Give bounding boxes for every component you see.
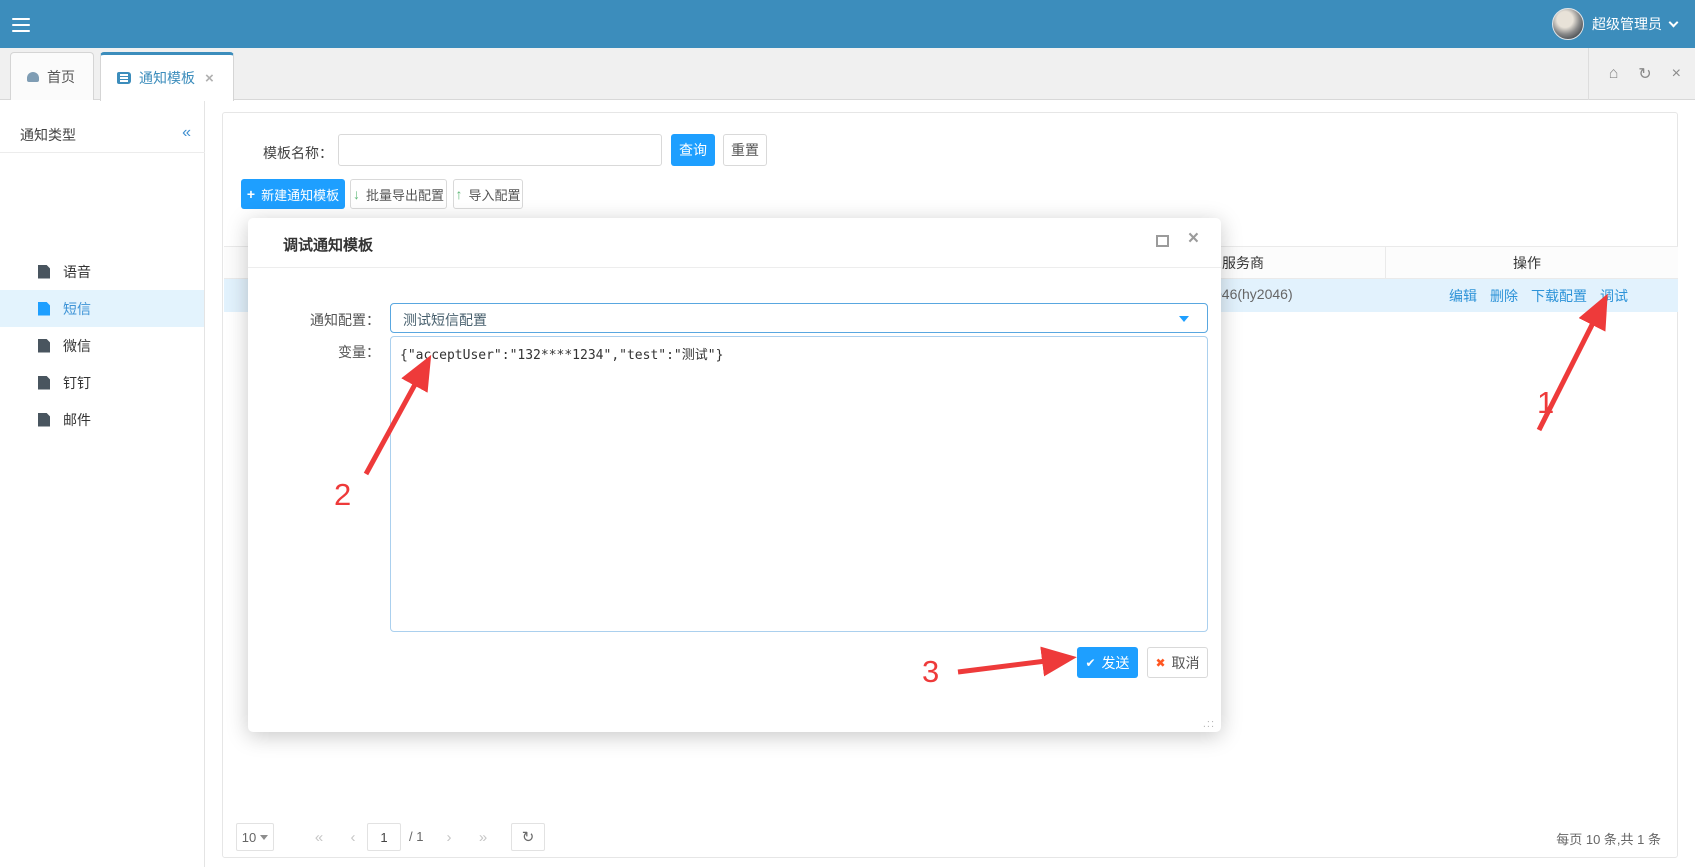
next-page-button[interactable]: › xyxy=(437,823,461,851)
plus-icon: + xyxy=(247,186,255,202)
avatar xyxy=(1552,8,1584,40)
android-icon xyxy=(27,72,39,82)
file-icon xyxy=(38,376,50,390)
top-navbar: 超级管理员 xyxy=(0,0,1695,48)
query-button[interactable]: 查询 xyxy=(671,134,715,166)
tab-notification-template[interactable]: 通知模板 × xyxy=(100,52,234,101)
user-menu[interactable]: 超级管理员 xyxy=(1552,0,1677,48)
tab-close-icon[interactable]: × xyxy=(205,70,214,87)
sidebar: 通知类型 « 语音 短信 微信 钉钉 邮件 xyxy=(0,100,205,867)
debug-link[interactable]: 调试 xyxy=(1600,286,1628,306)
tab-active-label: 通知模板 xyxy=(139,68,195,88)
sidebar-item-label: 语音 xyxy=(63,262,91,282)
template-name-input[interactable] xyxy=(338,134,662,166)
download-config-link[interactable]: 下载配置 xyxy=(1531,286,1587,306)
edit-link[interactable]: 编辑 xyxy=(1449,286,1477,306)
cell-provider: 046(hy2046) xyxy=(1214,286,1293,302)
new-template-label: 新建通知模板 xyxy=(261,185,339,204)
book-icon xyxy=(117,72,131,84)
chevron-down-icon xyxy=(1669,17,1679,27)
modal-header: 调试通知模板 × xyxy=(248,218,1221,268)
app-root: 超级管理员 首页 通知模板 × ⌂ ↻ × 通知类型 « 语音 xyxy=(0,0,1695,867)
sidebar-title: 通知类型 xyxy=(20,125,76,145)
cell-actions: 编辑 删除 下载配置 调试 xyxy=(1449,286,1628,306)
import-config-label: 导入配置 xyxy=(468,185,520,204)
tab-bar: 首页 通知模板 × ⌂ ↻ × xyxy=(0,48,1695,100)
variables-label: 变量： xyxy=(290,342,380,362)
reset-button[interactable]: 重置 xyxy=(723,134,767,166)
caret-down-icon xyxy=(1179,316,1189,322)
sidebar-item-voice[interactable]: 语音 xyxy=(0,253,204,290)
sidebar-item-sms[interactable]: 短信 xyxy=(0,290,204,327)
sidebar-item-dingtalk[interactable]: 钉钉 xyxy=(0,364,204,401)
tab-home-label: 首页 xyxy=(47,67,75,87)
close-all-icon[interactable]: × xyxy=(1672,65,1681,83)
notify-config-label: 通知配置： xyxy=(290,310,380,330)
page-number-input[interactable] xyxy=(367,823,401,851)
user-name: 超级管理员 xyxy=(1592,14,1662,34)
file-icon xyxy=(38,302,50,316)
prev-page-button[interactable]: ‹ xyxy=(341,823,365,851)
new-template-button[interactable]: + 新建通知模板 xyxy=(241,179,345,209)
debug-template-modal: 调试通知模板 × 通知配置： 测试短信配置 变量： {"acceptUser":… xyxy=(248,218,1221,732)
arrow-up-icon: ↑ xyxy=(455,186,462,202)
file-icon xyxy=(38,413,50,427)
sidebar-item-email[interactable]: 邮件 xyxy=(0,401,204,438)
sidebar-item-label: 短信 xyxy=(63,299,91,319)
cancel-button[interactable]: ✖ 取消 xyxy=(1147,647,1208,678)
file-icon xyxy=(38,339,50,353)
pagination-summary: 每页 10 条,共 1 条 xyxy=(1556,829,1661,848)
arrow-down-icon: ↓ xyxy=(353,186,360,202)
notify-config-select[interactable]: 测试短信配置 xyxy=(390,303,1208,333)
page-size-value: 10 xyxy=(242,830,256,845)
sidebar-item-label: 钉钉 xyxy=(63,373,91,393)
file-icon xyxy=(38,265,50,279)
total-pages-label: / 1 xyxy=(409,829,423,844)
modal-title: 调试通知模板 xyxy=(283,234,373,255)
send-label: 发送 xyxy=(1102,653,1130,673)
batch-export-button[interactable]: ↓ 批量导出配置 xyxy=(350,179,447,209)
column-provider: 服务商 xyxy=(1222,253,1264,273)
delete-link[interactable]: 删除 xyxy=(1490,286,1518,306)
hamburger-menu-icon[interactable] xyxy=(12,14,34,34)
tabbar-tools: ⌂ ↻ × xyxy=(1588,48,1681,100)
x-icon: ✖ xyxy=(1155,656,1165,670)
tab-home[interactable]: 首页 xyxy=(10,52,94,100)
notify-config-value: 测试短信配置 xyxy=(403,310,487,330)
modal-close-icon[interactable]: × xyxy=(1188,228,1199,250)
refresh-table-button[interactable]: ↻ xyxy=(511,823,545,851)
collapse-sidebar-icon[interactable]: « xyxy=(182,124,191,142)
pagination-bar: 10 « ‹ / 1 › » ↻ 每页 10 条,共 1 条 xyxy=(223,819,1677,859)
template-name-label: 模板名称： xyxy=(263,143,333,163)
home-icon[interactable]: ⌂ xyxy=(1609,65,1619,83)
check-icon: ✔ xyxy=(1085,656,1095,670)
batch-export-label: 批量导出配置 xyxy=(366,185,444,204)
page-size-select[interactable]: 10 xyxy=(236,823,274,851)
last-page-button[interactable]: » xyxy=(471,823,495,851)
maximize-icon[interactable] xyxy=(1156,235,1169,247)
variables-textarea[interactable]: {"acceptUser":"132****1234","test":"测试"} xyxy=(390,336,1208,632)
sidebar-item-label: 邮件 xyxy=(63,410,91,430)
resize-grip[interactable]: .:: xyxy=(1203,718,1215,730)
refresh-icon[interactable]: ↻ xyxy=(1638,64,1651,84)
send-button[interactable]: ✔ 发送 xyxy=(1077,647,1138,678)
first-page-button[interactable]: « xyxy=(307,823,331,851)
sidebar-item-label: 微信 xyxy=(63,336,91,356)
sidebar-header: 通知类型 « xyxy=(0,118,205,152)
sidebar-item-wechat[interactable]: 微信 xyxy=(0,327,204,364)
cancel-label: 取消 xyxy=(1172,653,1200,673)
divider xyxy=(0,152,205,153)
column-actions: 操作 xyxy=(1513,253,1541,273)
import-config-button[interactable]: ↑ 导入配置 xyxy=(453,179,523,209)
caret-down-icon xyxy=(260,835,268,840)
